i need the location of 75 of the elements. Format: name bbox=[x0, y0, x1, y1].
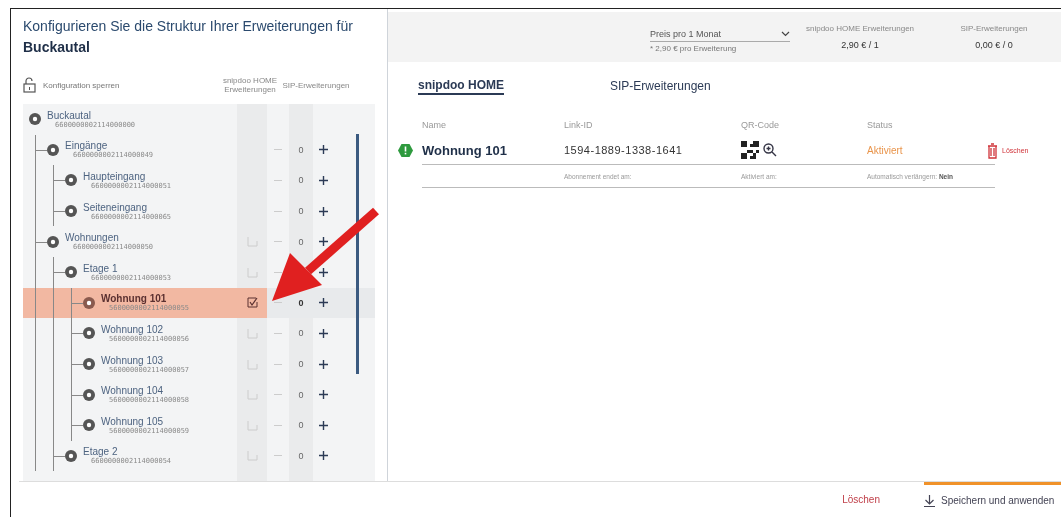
node-icon[interactable] bbox=[47, 143, 59, 156]
node-name[interactable]: Seiteneingang bbox=[83, 201, 172, 213]
delete-button[interactable]: Löschen bbox=[836, 493, 886, 506]
total-value: 2,90 € / 1 bbox=[841, 40, 879, 50]
column-header: Name bbox=[422, 119, 447, 132]
plus-button[interactable] bbox=[317, 297, 329, 309]
node-icon[interactable] bbox=[65, 205, 77, 218]
node-name[interactable]: Wohnung 104 bbox=[101, 385, 190, 397]
save-button[interactable]: Speichern und anwenden bbox=[924, 481, 1061, 517]
node-name[interactable]: Haupteingang bbox=[83, 171, 172, 182]
plus-button[interactable] bbox=[317, 266, 329, 278]
count: 0 bbox=[298, 175, 304, 186]
node-icon[interactable] bbox=[65, 266, 77, 279]
node-name[interactable]: Wohnung 103 bbox=[101, 354, 190, 366]
node-name[interactable]: Wohnungen bbox=[65, 232, 154, 244]
count: 0 bbox=[298, 450, 304, 461]
count: 0 bbox=[298, 389, 304, 400]
plus-button[interactable] bbox=[317, 327, 329, 339]
node-icon[interactable] bbox=[83, 419, 95, 432]
plus-button[interactable] bbox=[317, 205, 329, 217]
node-icon[interactable] bbox=[83, 327, 95, 340]
count: 0 bbox=[298, 297, 304, 308]
count: 0 bbox=[298, 420, 304, 431]
node-name[interactable]: Wohnung 102 bbox=[101, 323, 190, 335]
count: 0 bbox=[298, 328, 304, 339]
price-hint: * 2,90 € pro Erweiterung bbox=[650, 44, 738, 53]
plus-button[interactable] bbox=[317, 450, 329, 462]
total-value: 0,00 € / 0 bbox=[975, 40, 1013, 50]
lock-label[interactable]: Konfiguration sperren bbox=[43, 80, 120, 90]
count: 0 bbox=[298, 144, 304, 155]
period-dropdown[interactable]: Preis pro 1 Monat bbox=[650, 29, 790, 42]
download-icon bbox=[924, 494, 935, 507]
node-icon[interactable] bbox=[65, 174, 77, 187]
plus-button[interactable] bbox=[317, 358, 329, 370]
count: 0 bbox=[298, 359, 304, 370]
scrollbar[interactable] bbox=[356, 134, 359, 374]
column-header: Link-ID bbox=[564, 119, 594, 132]
column-header: SIP-Erweiterungen bbox=[281, 80, 351, 90]
zoom-in-icon[interactable] bbox=[763, 143, 777, 157]
node-icon[interactable] bbox=[47, 235, 59, 248]
plus-button[interactable] bbox=[317, 144, 329, 156]
column-header: Status bbox=[867, 119, 894, 132]
unit-name: Wohnung 101 bbox=[422, 142, 507, 158]
column-header: snipdoo HOME Erweiterungen bbox=[221, 76, 279, 94]
count: 0 bbox=[298, 206, 304, 217]
qr-code-icon[interactable] bbox=[741, 141, 759, 159]
trash-icon bbox=[987, 142, 998, 159]
warning-icon bbox=[398, 144, 413, 157]
column-header: QR-Code bbox=[741, 119, 780, 132]
plus-button[interactable] bbox=[317, 389, 329, 401]
chevron-icon bbox=[781, 31, 790, 37]
plus-button[interactable] bbox=[317, 419, 329, 431]
status-text: Aktiviert bbox=[867, 144, 903, 156]
node-icon[interactable] bbox=[83, 296, 95, 309]
node-name[interactable]: Wohnung 101 bbox=[101, 293, 190, 305]
link-id: 1594-1889-1338-1641 bbox=[564, 144, 683, 156]
total-label: SIP-Erweiterungen bbox=[960, 24, 1028, 33]
plus-button[interactable] bbox=[317, 175, 329, 186]
node-name[interactable]: Etage 1 bbox=[83, 262, 172, 274]
tab[interactable]: SIP-Erweiterungen bbox=[610, 78, 711, 94]
count: 0 bbox=[298, 236, 304, 247]
total-label: snipdoo HOME Erweiterungen bbox=[805, 24, 915, 33]
checkbox[interactable] bbox=[246, 297, 258, 309]
node-icon[interactable] bbox=[83, 358, 95, 371]
node-name[interactable]: Etage 2 bbox=[83, 446, 172, 458]
node-icon[interactable] bbox=[83, 388, 95, 401]
node-icon[interactable] bbox=[29, 113, 41, 126]
plus-button[interactable] bbox=[317, 236, 329, 248]
node-icon[interactable] bbox=[65, 449, 77, 462]
page-title: Konfigurieren Sie die Struktur Ihrer Erweiterungen für Buckautal bbox=[22, 17, 354, 57]
node-name[interactable]: Buckautal bbox=[47, 109, 136, 121]
node-name[interactable]: Eingänge bbox=[65, 140, 154, 152]
tab[interactable]: snipdoo HOME bbox=[418, 77, 504, 95]
node-name[interactable]: Wohnung 105 bbox=[101, 415, 190, 427]
unlock-icon[interactable] bbox=[23, 77, 37, 93]
